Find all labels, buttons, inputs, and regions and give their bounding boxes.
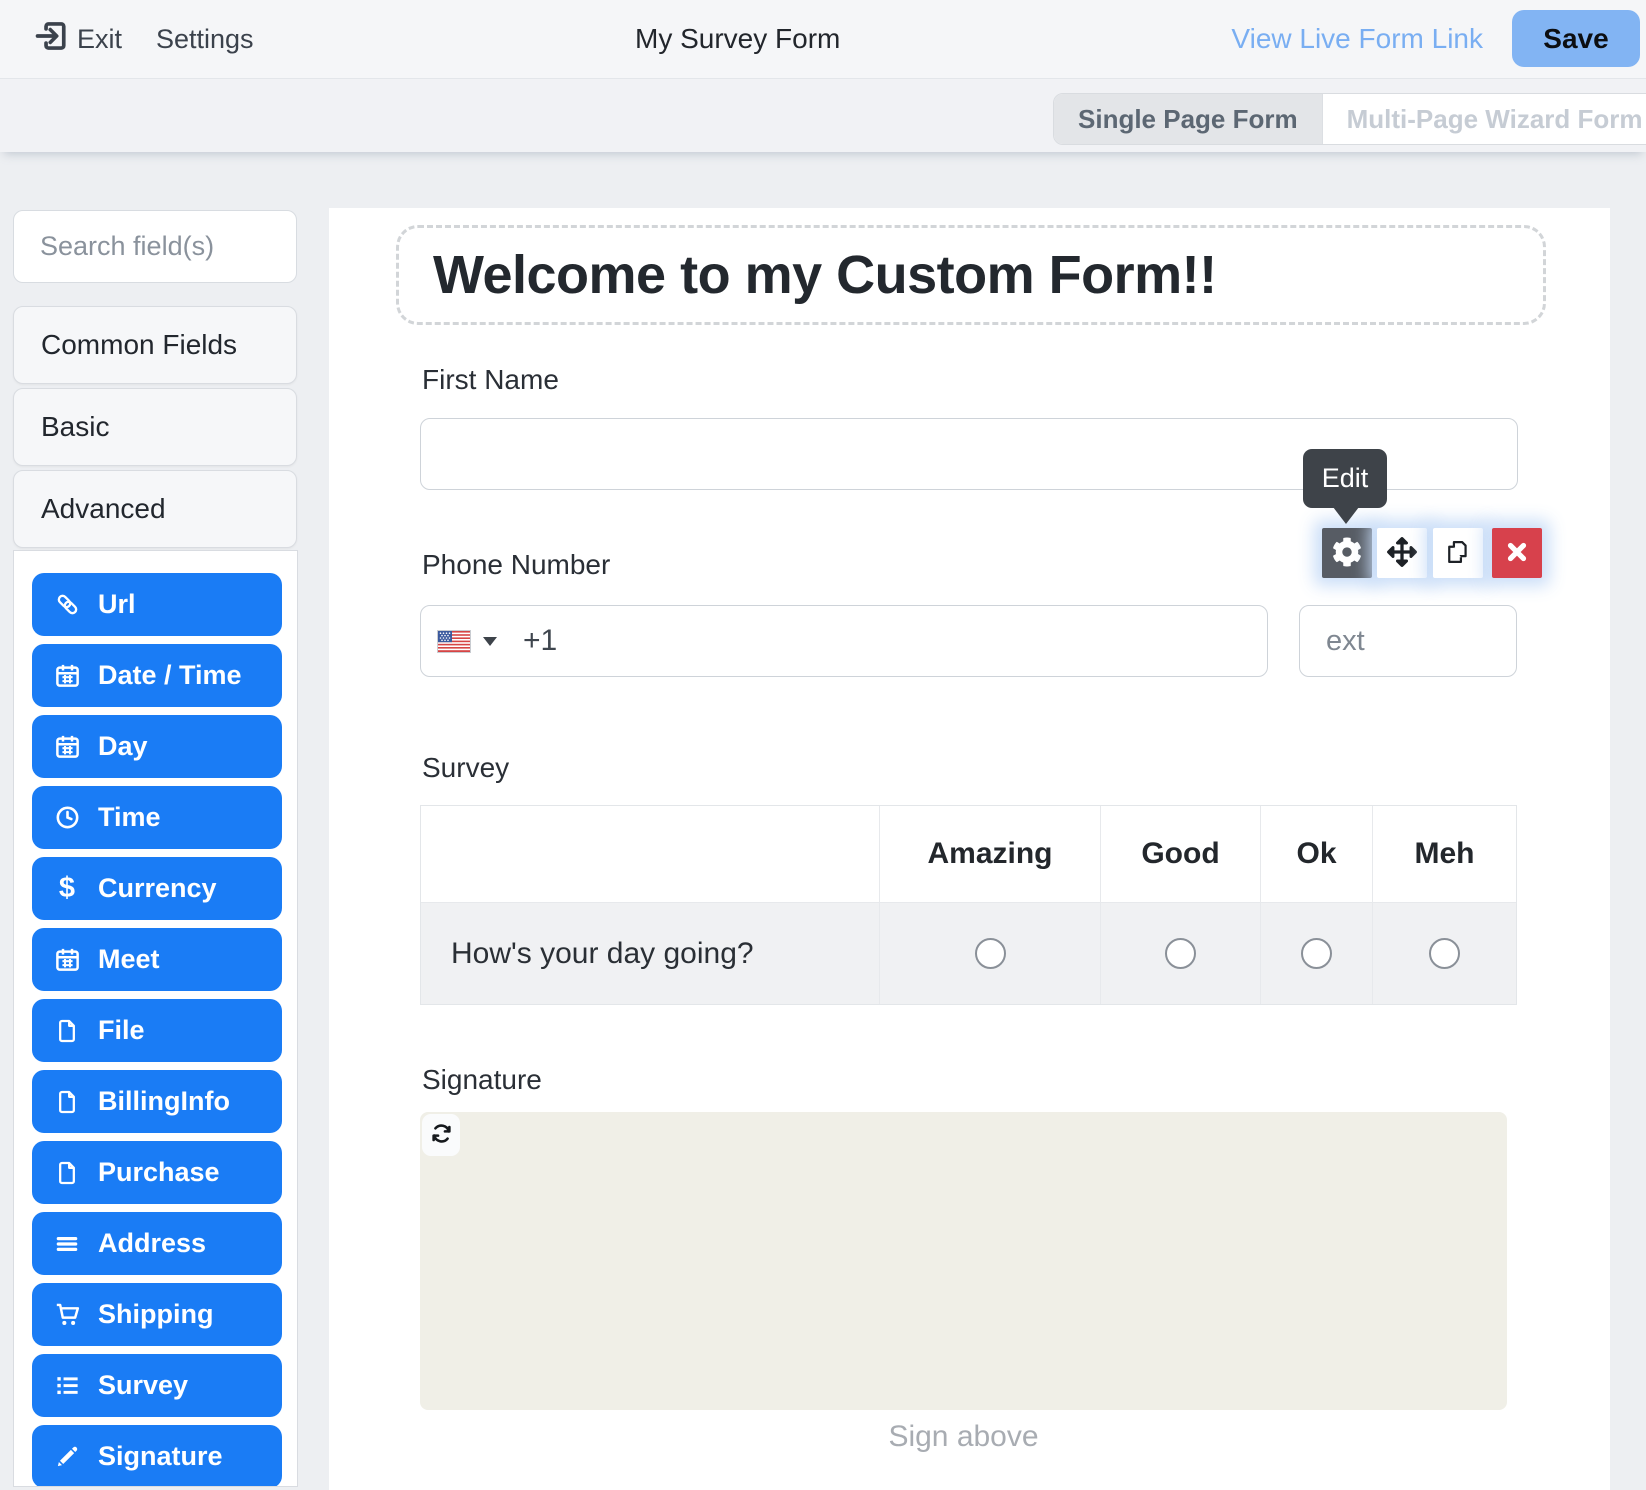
field-label: Meet xyxy=(98,944,160,975)
mode-toggle-bar: Single Page Form Multi-Page Wizard Form xyxy=(0,79,1646,152)
field-button-time[interactable]: Time xyxy=(32,786,282,849)
signature-pad[interactable] xyxy=(420,1112,1507,1410)
cart-icon xyxy=(53,1301,81,1329)
copy-icon xyxy=(1444,538,1472,569)
accordion-basic[interactable]: Basic xyxy=(13,388,297,466)
field-button-billinginfo[interactable]: BillingInfo xyxy=(32,1070,282,1133)
survey-cell xyxy=(1260,903,1372,1004)
signature-label: Signature xyxy=(422,1064,542,1096)
delete-field-button[interactable] xyxy=(1492,528,1542,578)
exit-label: Exit xyxy=(77,24,122,55)
chevron-down-icon xyxy=(483,637,497,646)
survey-header-empty xyxy=(421,806,879,903)
signature-reset-button[interactable] xyxy=(422,1114,460,1156)
gear-icon xyxy=(1332,537,1362,570)
top-bar: Exit Settings My Survey Form View Live F… xyxy=(0,0,1646,79)
field-button-address[interactable]: Address xyxy=(32,1212,282,1275)
move-field-button[interactable] xyxy=(1377,528,1427,578)
field-button-date-time[interactable]: Date / Time xyxy=(32,644,282,707)
page-title: My Survey Form xyxy=(635,0,840,78)
dial-code: +1 xyxy=(523,624,557,658)
survey-cell xyxy=(1372,903,1516,1004)
survey-radio-amazing[interactable] xyxy=(975,938,1006,969)
field-button-url[interactable]: Url xyxy=(32,573,282,636)
field-button-currency[interactable]: $ Currency xyxy=(32,857,282,920)
field-button-shipping[interactable]: Shipping xyxy=(32,1283,282,1346)
field-button-meet[interactable]: Meet xyxy=(32,928,282,991)
file-icon xyxy=(53,1088,81,1116)
align-justify-icon xyxy=(53,1230,81,1258)
exit-icon xyxy=(34,19,68,60)
field-label: Purchase xyxy=(98,1157,220,1188)
survey-header-col: Amazing xyxy=(879,806,1100,903)
file-icon xyxy=(53,1017,81,1045)
pencil-icon xyxy=(53,1443,81,1471)
signature-hint: Sign above xyxy=(420,1420,1507,1454)
list-icon xyxy=(53,1372,81,1400)
survey-header-col: Ok xyxy=(1260,806,1372,903)
survey-label: Survey xyxy=(422,752,509,784)
delete-x-icon xyxy=(1505,540,1529,567)
exit-button[interactable]: Exit xyxy=(34,0,122,78)
field-button-purchase[interactable]: Purchase xyxy=(32,1141,282,1204)
field-label: Date / Time xyxy=(98,660,242,691)
field-label: BillingInfo xyxy=(98,1086,230,1117)
survey-header-col: Good xyxy=(1100,806,1260,903)
us-flag-icon xyxy=(437,630,471,653)
survey-cell xyxy=(1100,903,1260,1004)
form-mode-toggle: Single Page Form Multi-Page Wizard Form xyxy=(1053,93,1646,145)
form-builder-app: Exit Settings My Survey Form View Live F… xyxy=(0,0,1646,1490)
move-icon xyxy=(1387,537,1417,570)
multi-page-wizard-form-toggle[interactable]: Multi-Page Wizard Form xyxy=(1322,94,1646,144)
form-title-field[interactable]: Welcome to my Custom Form!! xyxy=(396,225,1546,325)
accordion-common-fields[interactable]: Common Fields xyxy=(13,306,297,384)
survey-cell xyxy=(879,903,1100,1004)
edit-tooltip-arrow xyxy=(1333,507,1359,524)
phone-ext-input[interactable] xyxy=(1299,605,1517,677)
survey-table: Amazing Good Ok Meh How's your day going… xyxy=(420,805,1517,1005)
dollar-icon: $ xyxy=(53,875,81,903)
field-label: Signature xyxy=(98,1441,223,1472)
phone-number-label: Phone Number xyxy=(422,549,610,581)
calendar-icon xyxy=(53,733,81,761)
view-live-form-link[interactable]: View Live Form Link xyxy=(1231,0,1483,78)
field-label: Address xyxy=(98,1228,206,1259)
form-canvas: Welcome to my Custom Form!! First Name E… xyxy=(329,208,1610,1490)
field-label: Survey xyxy=(98,1370,188,1401)
first-name-label: First Name xyxy=(422,364,559,396)
settings-button[interactable]: Settings xyxy=(156,0,254,78)
field-button-day[interactable]: Day xyxy=(32,715,282,778)
form-title-text: Welcome to my Custom Form!! xyxy=(433,244,1217,306)
field-label: Day xyxy=(98,731,148,762)
field-label: Url xyxy=(98,589,136,620)
field-button-survey[interactable]: Survey xyxy=(32,1354,282,1417)
save-button[interactable]: Save xyxy=(1512,10,1640,67)
survey-row-label: How's your day going? xyxy=(421,903,879,1004)
survey-radio-meh[interactable] xyxy=(1429,938,1460,969)
survey-header-col: Meh xyxy=(1372,806,1516,903)
search-input[interactable] xyxy=(13,210,297,283)
field-button-file[interactable]: File xyxy=(32,999,282,1062)
link-icon xyxy=(53,591,81,619)
clock-icon xyxy=(53,804,81,832)
country-select[interactable] xyxy=(437,630,497,653)
field-label: Shipping xyxy=(98,1299,213,1330)
field-label: Time xyxy=(98,802,161,833)
edit-tooltip: Edit xyxy=(1303,449,1387,508)
single-page-form-toggle[interactable]: Single Page Form xyxy=(1054,94,1322,144)
advanced-fields-panel: Url Date / Time Day xyxy=(13,550,298,1487)
survey-radio-good[interactable] xyxy=(1165,938,1196,969)
field-label: Currency xyxy=(98,873,217,904)
phone-number-input[interactable]: +1 xyxy=(420,605,1268,677)
field-label: File xyxy=(98,1015,145,1046)
file-icon xyxy=(53,1159,81,1187)
calendar-icon xyxy=(53,662,81,690)
calendar-icon xyxy=(53,946,81,974)
accordion-advanced[interactable]: Advanced xyxy=(13,470,297,548)
edit-field-button[interactable] xyxy=(1322,528,1372,578)
field-button-signature[interactable]: Signature xyxy=(32,1425,282,1487)
refresh-icon xyxy=(430,1122,453,1148)
survey-radio-ok[interactable] xyxy=(1301,938,1332,969)
copy-field-button[interactable] xyxy=(1433,528,1483,578)
